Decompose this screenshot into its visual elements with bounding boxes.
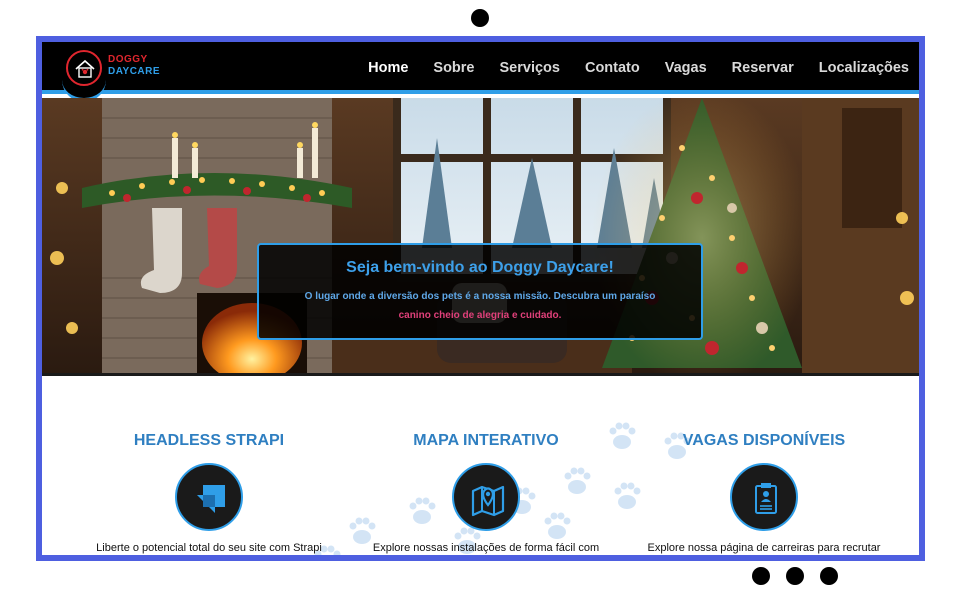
feature-title: HEADLESS STRAPI [133,432,285,449]
pagination-dot-1[interactable] [752,567,770,585]
feature-text: Explore nossa página de carreiras para r… [647,542,881,554]
nav-servicos[interactable]: Serviços [500,60,560,76]
nav-localizacoes[interactable]: Localizações [819,60,909,76]
welcome-title: Seja bem-vindo ao Doggy Daycare! [346,259,614,276]
feature-headless-strapi[interactable]: HEADLESS STRAPI Liberte o potencial tota… [69,379,349,554]
nav-contato[interactable]: Contato [585,60,640,76]
welcome-text-part1: O lugar onde a diversão dos pets é a nos… [304,291,656,302]
feature-title: VAGAS DISPONÍVEIS [682,432,846,449]
feature-title: MAPA INTERATIVO [413,432,559,449]
brand-line-1: DOGGY [108,54,148,65]
feature-text: Liberte o potencial total do seu site co… [96,542,322,554]
brand-name[interactable]: DOGGY DAYCARE [108,54,160,78]
brand-line-2: DAYCARE [108,66,161,77]
pagination-dot-3[interactable] [820,567,838,585]
nav-sobre[interactable]: Sobre [433,60,474,76]
welcome-card: Seja bem-vindo ao Doggy Daycare! O lugar… [257,243,703,340]
hero-banner: Seja bem-vindo ao Doggy Daycare! O lugar… [42,98,919,376]
nav-vagas[interactable]: Vagas [665,60,707,76]
strapi-logo-icon [175,463,243,531]
navbar: DOGGY DAYCARE Home Sobre Serviços Contat… [42,42,919,102]
pagination-dot-2[interactable] [786,567,804,585]
feature-text: Explore nossas instalações de forma fáci… [372,542,600,554]
feature-vagas-disponiveis[interactable]: VAGAS DISPONÍVEIS Explore nossa página d… [624,379,904,554]
website-frame: DOGGY DAYCARE Home Sobre Serviços Contat… [36,36,925,561]
nav-reservar[interactable]: Reservar [732,60,794,76]
main-menu: Home Sobre Serviços Contato Vagas Reserv… [343,42,919,94]
logo[interactable] [62,46,106,102]
welcome-text-part2: canino cheio de alegria e cuidado. [398,310,562,321]
map-pin-icon [452,463,520,531]
welcome-text: O lugar onde a diversão dos pets é a nos… [259,287,701,325]
dog-house-icon [66,50,102,86]
resume-document-icon [730,463,798,531]
features-section: HEADLESS STRAPI Liberte o potencial tota… [42,379,919,555]
pagination-dot-top[interactable] [471,9,489,27]
feature-mapa-interativo[interactable]: MAPA INTERATIVO Explore nossas instalaçõ… [346,379,626,554]
nav-home[interactable]: Home [368,60,408,76]
